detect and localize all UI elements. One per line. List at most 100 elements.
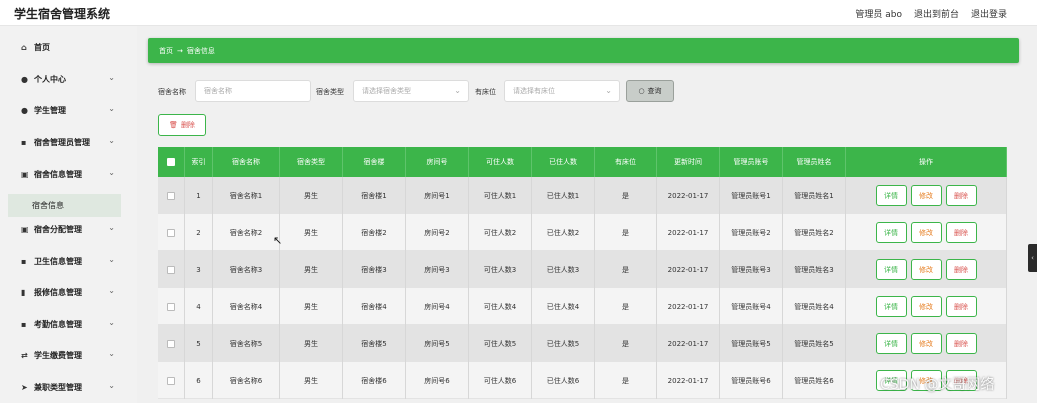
chevron-down-icon: ⌄ [108, 73, 115, 82]
sidebar-item[interactable]: ● 学生管理 ⌄ [0, 95, 137, 125]
row-checkbox[interactable] [167, 376, 175, 385]
sidebar-item[interactable]: ▣ 宿舍分配管理 ⌄ [0, 214, 137, 244]
cell-admin-name: 管理员姓名6 [783, 362, 846, 399]
cell-capacity: 可住人数1 [469, 177, 532, 214]
cell-index: 5 [185, 325, 213, 362]
column-header[interactable]: 操作 [846, 147, 1007, 177]
cell-updated: 2022-01-17 [657, 251, 720, 288]
building-icon: ▣ [21, 224, 29, 234]
cell-admin-account: 管理员账号1 [720, 177, 783, 214]
sidebar-item[interactable]: ▪ 宿舍管理员管理 ⌄ [0, 127, 137, 157]
row-checkbox[interactable] [167, 339, 175, 348]
to-front-link[interactable]: 退出到前台 [914, 7, 959, 20]
trash-icon: 🗑 [169, 121, 178, 129]
row-select-cell [158, 362, 185, 399]
column-header[interactable]: 宿舍名称 [213, 147, 280, 177]
detail-button[interactable]: 详情 [875, 185, 907, 206]
type-filter-select[interactable]: 请选择宿舍类型 ⌄ [353, 80, 469, 102]
cell-has-bed: 是 [595, 214, 657, 251]
cell-building: 宿舍楼6 [343, 362, 406, 399]
chevron-down-icon: ⌄ [108, 223, 115, 232]
student-icon: ● [21, 105, 28, 115]
sidebar-item[interactable]: ● 个人中心 ⌄ [0, 64, 137, 94]
breadcrumb-separator: → [177, 46, 183, 55]
column-header[interactable]: 宿舍楼 [343, 147, 406, 177]
column-header[interactable]: 管理员姓名 [783, 147, 846, 177]
row-select-cell [158, 251, 185, 288]
sidebar-subitem-dorm-info[interactable]: 宿舍信息 [8, 194, 121, 217]
column-header[interactable]: 有床位 [595, 147, 657, 177]
search-icon: ○ [638, 87, 645, 95]
row-actions: 详情 修改 删除 [846, 325, 1007, 362]
row-select-cell [158, 177, 185, 214]
sidebar-item[interactable]: ➤ 兼职类型管理 ⌄ [0, 372, 137, 402]
column-header[interactable]: 索引 [185, 147, 213, 177]
cell-admin-name: 管理员姓名5 [783, 325, 846, 362]
cell-type: 男生 [280, 362, 343, 399]
row-checkbox[interactable] [167, 191, 175, 200]
cell-admin-account: 管理员账号6 [720, 362, 783, 399]
sidebar-item[interactable]: ▪ 卫生信息管理 ⌄ [0, 246, 137, 276]
delete-button[interactable]: 删除 [945, 259, 977, 280]
name-filter-input[interactable]: 宿舍名称 [195, 80, 311, 102]
column-header[interactable]: 可住人数 [469, 147, 532, 177]
cell-name: 宿舍名称4 [213, 288, 280, 325]
search-button[interactable]: ○ 查询 [626, 80, 674, 102]
table-row: 5 宿舍名称5 男生 宿舍楼5 房间号5 可住人数5 已住人数5 是 2022-01-17 管理员… [158, 325, 1007, 362]
logout-link[interactable]: 退出登录 [971, 7, 1007, 20]
row-checkbox[interactable] [167, 228, 175, 237]
select-all-checkbox[interactable] [167, 158, 175, 166]
edit-button[interactable]: 修改 [910, 296, 942, 317]
delete-button[interactable]: 删除 [945, 333, 977, 354]
type-filter-placeholder: 请选择宿舍类型 [362, 87, 411, 95]
cell-updated: 2022-01-17 [657, 177, 720, 214]
column-header[interactable]: 房间号 [406, 147, 469, 177]
sidebar-item[interactable]: ⇄ 学生缴费管理 ⌄ [0, 340, 137, 370]
batch-delete-button[interactable]: 🗑 删除 [158, 114, 206, 136]
edit-button[interactable]: 修改 [910, 185, 942, 206]
user-icon: ● [21, 74, 28, 84]
mouse-cursor-icon: ↖ [273, 234, 283, 247]
column-header[interactable]: 已住人数 [532, 147, 595, 177]
column-header[interactable]: 宿舍类型 [280, 147, 343, 177]
detail-button[interactable]: 详情 [875, 296, 907, 317]
breadcrumb-home[interactable]: 首页 [159, 46, 173, 56]
column-header[interactable]: 更新时间 [657, 147, 720, 177]
detail-button[interactable]: 详情 [875, 333, 907, 354]
row-checkbox[interactable] [167, 265, 175, 274]
bed-filter-select[interactable]: 请选择有床位 ⌄ [504, 80, 620, 102]
cell-admin-account: 管理员账号4 [720, 288, 783, 325]
cell-name: 宿舍名称1 [213, 177, 280, 214]
cell-occupied: 已住人数5 [532, 325, 595, 362]
detail-button[interactable]: 详情 [875, 259, 907, 280]
chevron-down-icon: ⌄ [108, 381, 115, 390]
sidebar-item[interactable]: ⌂ 首页 [0, 32, 137, 62]
sidebar-item[interactable]: ▪ 考勤信息管理 ⌄ [0, 309, 137, 339]
send-icon: ➤ [21, 382, 28, 392]
detail-button[interactable]: 详情 [875, 222, 907, 243]
delete-button[interactable]: 删除 [945, 296, 977, 317]
top-right-links: 管理员 abo 退出到前台 退出登录 [855, 7, 1007, 20]
edit-button[interactable]: 修改 [910, 222, 942, 243]
sidebar-item[interactable]: ▮ 报修信息管理 ⌄ [0, 277, 137, 307]
cell-room: 房间号4 [406, 288, 469, 325]
admin-label: 管理员 abo [855, 10, 902, 20]
cell-updated: 2022-01-17 [657, 214, 720, 251]
delete-button[interactable]: 删除 [945, 222, 977, 243]
sidebar-item-label: 宿舍管理员管理 [34, 137, 90, 147]
grid-icon: ▪ [21, 137, 27, 147]
column-header[interactable]: 管理员账号 [720, 147, 783, 177]
row-select-cell [158, 325, 185, 362]
edit-button[interactable]: 修改 [910, 333, 942, 354]
table-row: 1 宿舍名称1 男生 宿舍楼1 房间号1 可住人数1 已住人数1 是 2022-01-17 管理员… [158, 177, 1007, 214]
cell-occupied: 已住人数3 [532, 251, 595, 288]
edit-button[interactable]: 修改 [910, 259, 942, 280]
watermark: CSDN @文哥网络 [880, 377, 995, 393]
row-checkbox[interactable] [167, 302, 175, 311]
side-collapse-handle[interactable]: ‹ [1028, 244, 1037, 272]
delete-button[interactable]: 删除 [945, 185, 977, 206]
chevron-down-icon: ⌄ [108, 255, 115, 264]
row-select-cell [158, 214, 185, 251]
chevron-down-icon: ⌄ [454, 86, 461, 95]
sidebar-item[interactable]: ▣ 宿舍信息管理 ⌄ [0, 159, 137, 189]
